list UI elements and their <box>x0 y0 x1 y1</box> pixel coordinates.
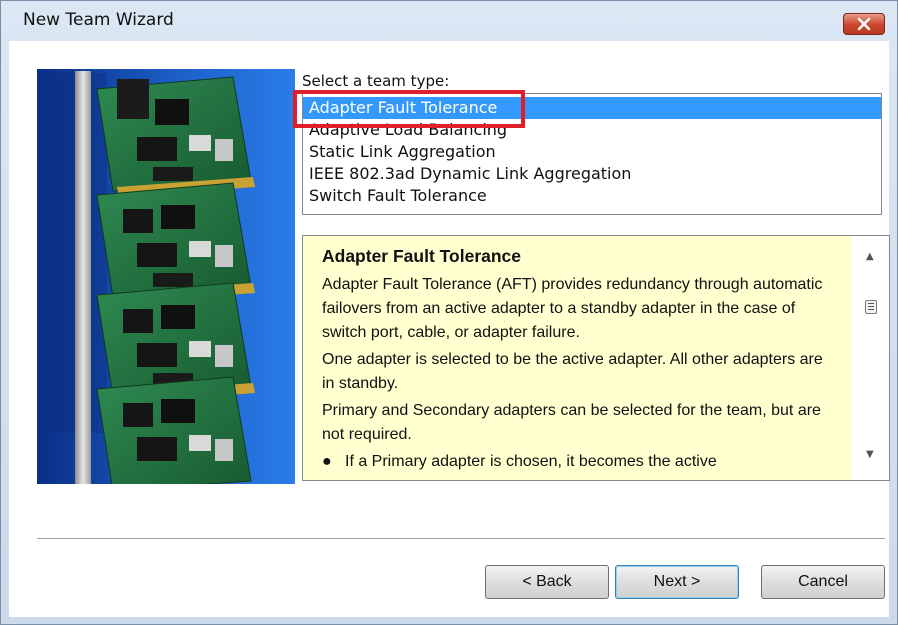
wizard-body: Select a team type: Adapter Fault Tolera… <box>9 41 890 617</box>
network-cards-banner <box>37 69 295 484</box>
footer-divider <box>37 538 885 540</box>
close-button[interactable] <box>843 13 885 35</box>
scroll-up-arrow-icon[interactable]: ▲ <box>866 252 874 262</box>
description-panel: Adapter Fault Tolerance Adapter Fault To… <box>302 235 890 481</box>
selection-highlight-box <box>293 90 525 128</box>
scroll-down-arrow-icon[interactable]: ▼ <box>866 450 874 460</box>
description-paragraph: Adapter Fault Tolerance (AFT) provides r… <box>322 276 823 341</box>
description-scrollbar[interactable]: ▲ ▼ <box>852 236 889 480</box>
description-bullet: ● If a Primary adapter is chosen, it beco… <box>322 450 838 474</box>
wizard-window: New Team Wizard Select a team type: Adap… <box>0 0 898 625</box>
description-paragraph: Primary and Secondary adapters can be se… <box>322 402 821 443</box>
team-type-option[interactable]: IEEE 802.3ad Dynamic Link Aggregation <box>303 163 881 185</box>
title-bar[interactable]: New Team Wizard <box>1 1 897 39</box>
team-type-label: Select a team type: <box>302 72 450 90</box>
back-button[interactable]: < Back <box>485 565 609 599</box>
description-bullet-text: If a Primary adapter is chosen, it becom… <box>345 453 717 470</box>
scroll-thumb[interactable] <box>865 300 877 314</box>
description-title: Adapter Fault Tolerance <box>322 246 522 266</box>
window-title: New Team Wizard <box>23 10 174 30</box>
bullet-icon: ● <box>322 453 332 470</box>
close-icon <box>857 17 871 31</box>
team-type-option[interactable]: Static Link Aggregation <box>303 141 881 163</box>
description-content: Adapter Fault Tolerance Adapter Fault To… <box>303 236 852 480</box>
team-type-option[interactable]: Switch Fault Tolerance <box>303 185 881 207</box>
cancel-button[interactable]: Cancel <box>761 565 885 599</box>
next-button[interactable]: Next > <box>615 565 739 599</box>
description-paragraph: One adapter is selected to be the active… <box>322 351 823 392</box>
